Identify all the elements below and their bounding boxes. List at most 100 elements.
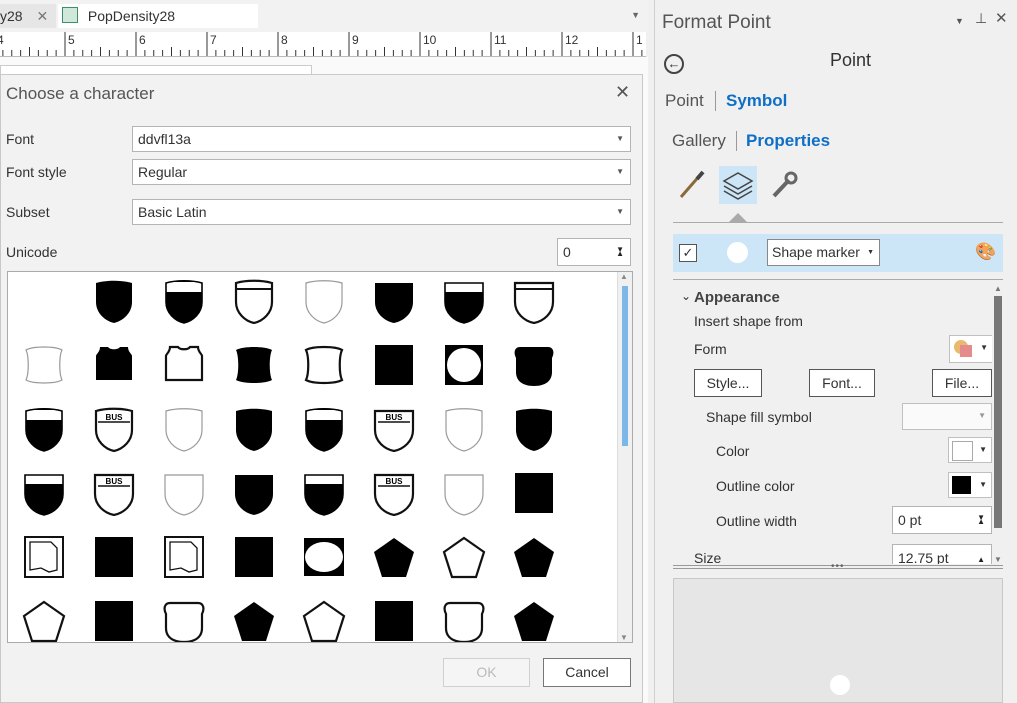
character-glyph[interactable] (511, 278, 557, 325)
character-glyph[interactable] (511, 470, 557, 516)
unicode-stepper[interactable]: 0 ▲ ▼ (557, 238, 631, 266)
symbol-layer-row[interactable]: ✓ Shape marker ▼ 🎨 (673, 234, 1003, 272)
character-glyph[interactable] (231, 406, 277, 452)
character-glyph[interactable] (301, 406, 347, 452)
tab-properties[interactable]: Properties (746, 131, 830, 151)
appearance-section-header[interactable]: Appearance (694, 289, 780, 306)
character-glyph[interactable] (441, 534, 487, 580)
pin-icon[interactable]: ⊥ (975, 10, 987, 27)
character-glyph[interactable] (511, 342, 557, 388)
character-glyph[interactable] (301, 534, 347, 580)
form-picker[interactable]: ▼ (949, 335, 993, 363)
close-icon[interactable]: ✕ (995, 9, 1008, 27)
grid-scrollbar[interactable]: ▲ ▼ (617, 272, 632, 642)
paintbrush-icon[interactable] (677, 170, 707, 200)
character-glyph[interactable] (161, 470, 207, 516)
character-glyph[interactable] (21, 598, 67, 642)
character-glyph[interactable] (161, 406, 207, 452)
character-glyph[interactable] (371, 598, 417, 642)
font-dropdown[interactable]: ddvfl13a ▼ (132, 126, 631, 152)
character-glyph[interactable] (231, 342, 277, 388)
size-stepper[interactable]: 12.75 pt ▲ (892, 544, 992, 564)
character-glyph[interactable] (301, 598, 347, 642)
palette-icon[interactable]: 🎨 (975, 242, 996, 262)
scrollbar-thumb[interactable] (622, 286, 628, 446)
character-glyph[interactable] (231, 470, 277, 516)
layer-visibility-checkbox[interactable]: ✓ (679, 244, 697, 262)
character-glyph[interactable] (301, 342, 347, 388)
outline-color-picker[interactable]: ▼ (948, 472, 992, 498)
character-glyph[interactable] (511, 598, 557, 642)
character-glyph[interactable] (231, 598, 277, 642)
spin-down-icon[interactable]: ▼ (977, 505, 985, 531)
scroll-up-icon[interactable]: ▲ (994, 284, 1002, 293)
character-glyph[interactable] (441, 470, 487, 516)
close-icon[interactable]: ✕ (615, 82, 630, 103)
character-glyph[interactable] (231, 534, 277, 580)
character-glyph[interactable] (301, 278, 347, 324)
character-glyph[interactable]: BUS (91, 470, 137, 517)
spin-up-icon[interactable]: ▲ (977, 547, 985, 564)
outline-width-stepper[interactable]: 0 pt ▲ ▼ (892, 506, 992, 534)
color-picker[interactable]: ▼ (948, 437, 992, 463)
shape-fill-dropdown[interactable]: ▼ (902, 403, 992, 430)
character-glyph[interactable] (91, 598, 137, 642)
character-glyph[interactable] (511, 534, 557, 580)
character-glyph[interactable] (91, 534, 137, 580)
pane-scrollbar[interactable]: ▲ ▼ (992, 284, 1004, 564)
breadcrumb-point[interactable]: Point (665, 91, 704, 111)
character-glyph[interactable] (161, 278, 207, 324)
character-glyph[interactable]: BUS (91, 406, 137, 453)
tab-gallery[interactable]: Gallery (672, 131, 726, 151)
character-glyph[interactable] (441, 342, 487, 388)
breadcrumb-symbol[interactable]: Symbol (726, 91, 787, 111)
ok-button[interactable]: OK (443, 658, 530, 687)
character-grid[interactable]: BUS BUS BUS BUS ▲ ▼ (7, 271, 633, 643)
scroll-down-icon[interactable]: ▼ (620, 633, 628, 642)
character-glyph[interactable]: BUS (371, 406, 417, 453)
character-glyph[interactable] (161, 534, 207, 580)
subset-dropdown[interactable]: Basic Latin ▼ (132, 199, 631, 225)
scrollbar-thumb[interactable] (994, 296, 1002, 528)
chevron-down-icon[interactable]: ▼ (631, 10, 640, 20)
character-glyph[interactable] (301, 470, 347, 516)
tab-popdensity28[interactable]: PopDensity28 (58, 4, 258, 28)
character-glyph[interactable] (441, 598, 487, 642)
character-glyph[interactable] (91, 278, 137, 324)
character-glyph[interactable] (21, 534, 67, 580)
wrench-icon[interactable] (769, 170, 799, 200)
cancel-button[interactable]: Cancel (543, 658, 631, 687)
character-glyph[interactable] (511, 406, 557, 452)
chevron-down-icon[interactable]: ⌄ (681, 289, 691, 303)
character-glyph[interactable] (441, 278, 487, 324)
shape-fill-label: Shape fill symbol (706, 409, 812, 425)
spin-down-icon[interactable]: ▼ (616, 237, 624, 263)
character-glyph[interactable] (231, 278, 277, 325)
font-style-dropdown[interactable]: Regular ▼ (132, 159, 631, 185)
character-glyph[interactable] (21, 470, 67, 516)
layers-icon[interactable] (719, 166, 757, 204)
character-glyph[interactable] (21, 406, 67, 452)
scroll-down-icon[interactable]: ▼ (994, 555, 1002, 564)
character-glyph[interactable] (441, 406, 487, 452)
character-glyph[interactable] (161, 342, 207, 388)
back-arrow-icon[interactable]: ← (664, 54, 684, 74)
character-glyph[interactable] (21, 342, 67, 388)
character-glyph[interactable]: BUS (371, 470, 417, 517)
subset-value: Basic Latin (138, 204, 207, 220)
pane-menu-icon[interactable]: ▼ (955, 16, 964, 26)
character-glyph[interactable] (161, 598, 207, 642)
font-button[interactable]: Font... (809, 369, 875, 397)
splitter-line (673, 568, 1003, 569)
scroll-up-icon[interactable]: ▲ (620, 272, 628, 281)
character-glyph[interactable] (91, 342, 137, 388)
splitter-grip-icon[interactable]: ••• (831, 561, 845, 572)
character-glyph[interactable] (371, 342, 417, 388)
character-glyph[interactable] (371, 278, 417, 324)
file-button[interactable]: File... (932, 369, 992, 397)
style-button[interactable]: Style... (694, 369, 762, 397)
close-icon[interactable]: ✕ (36, 8, 48, 24)
tab-previous[interactable]: y28 ✕ (0, 4, 56, 28)
shape-marker-dropdown[interactable]: Shape marker ▼ (767, 239, 880, 266)
character-glyph[interactable] (371, 534, 417, 580)
